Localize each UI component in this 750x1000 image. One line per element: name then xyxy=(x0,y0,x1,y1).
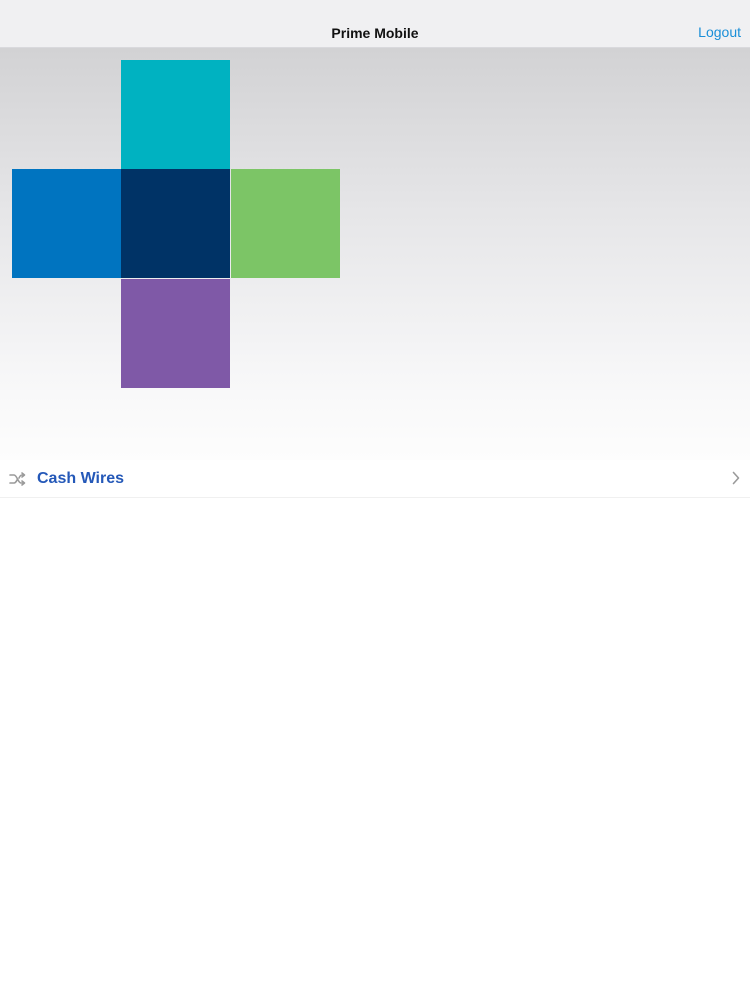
logout-button[interactable]: Logout xyxy=(698,23,741,41)
logo-tile-top xyxy=(121,60,230,169)
logo-tile-left xyxy=(12,169,121,278)
chevron-right-icon xyxy=(732,471,740,485)
logo-tile-right xyxy=(231,169,340,278)
menu-item-label: Cash Wires xyxy=(37,470,124,487)
logo-tile-center xyxy=(121,169,230,278)
logo-tile-bottom xyxy=(121,279,230,388)
menu-item-cash-wires[interactable]: Cash Wires xyxy=(0,460,750,498)
navigation-bar: Prime Mobile Logout xyxy=(0,0,750,48)
header-banner xyxy=(0,48,750,460)
app-screen: Prime Mobile Logout Cash Wires xyxy=(0,0,750,1000)
cross-tiles-logo xyxy=(0,48,750,460)
page-title: Prime Mobile xyxy=(331,25,419,41)
shuffle-icon xyxy=(9,471,27,487)
